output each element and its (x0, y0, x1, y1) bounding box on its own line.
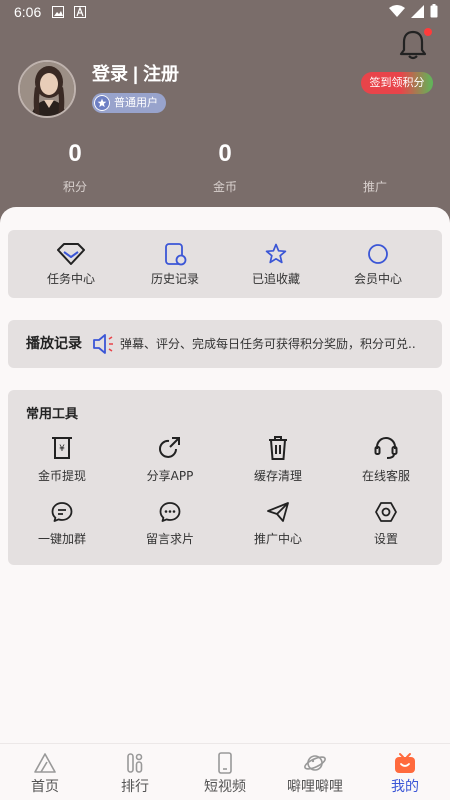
coins-value: 0 (218, 140, 232, 167)
promotion-stat[interactable]: 推广 (345, 140, 405, 195)
circle-icon (368, 244, 388, 264)
status-bar: 6:06 (0, 0, 450, 26)
phone-video-icon (218, 752, 232, 774)
play-history-card[interactable]: 播放记录 弹幕、评分、完成每日任务可获得积分奖励，积分可兑.. (8, 320, 442, 368)
wifi-icon (389, 4, 405, 17)
tool-settings[interactable]: 设置 (332, 500, 440, 560)
gallery-notification-icon (52, 6, 64, 18)
tool-label: 留言求片 (145, 532, 194, 546)
withdraw-icon: ¥ (52, 437, 72, 459)
tool-label: 在线客服 (361, 469, 410, 483)
bottom-tab-bar: 首页 排行 短视频 噼哩噼哩 我的 (0, 743, 450, 800)
avatar[interactable] (18, 60, 76, 118)
tool-label: 分享APP (146, 469, 194, 483)
promotion-label: 推广 (362, 180, 387, 194)
tab-mine[interactable]: 我的 (360, 744, 450, 800)
quick-link-label: 已追收藏 (251, 272, 300, 286)
app-notification-icon (74, 6, 86, 18)
tool-label: 设置 (373, 532, 398, 546)
quick-link-history[interactable]: 历史记录 (125, 230, 225, 298)
tab-pilipili[interactable]: 噼哩噼哩 (270, 744, 360, 800)
star-icon (265, 243, 287, 264)
tool-request-video[interactable]: 留言求片 (116, 500, 224, 560)
tab-ranking[interactable]: 排行 (90, 744, 180, 800)
tool-label: 缓存清理 (253, 469, 302, 483)
quick-link-favorites[interactable]: 已追收藏 (226, 230, 326, 298)
tool-join-group[interactable]: 一键加群 (8, 500, 116, 560)
user-level-badge: 普通用户 (92, 93, 166, 113)
quick-link-membership[interactable]: 会员中心 (328, 230, 428, 298)
battery-icon (430, 4, 438, 18)
tab-label: 首页 (31, 779, 59, 795)
quick-link-label: 任务中心 (46, 272, 95, 286)
quick-links-card: 任务中心 历史记录 已追收藏 会员中心 (8, 230, 442, 298)
star-badge-icon (94, 95, 110, 111)
tab-label: 我的 (391, 779, 419, 795)
tools-title: 常用工具 (26, 407, 79, 422)
message-icon (159, 502, 181, 522)
reward-notice-text: 弹幕、评分、完成每日任务可获得积分奖励，积分可兑.. (120, 337, 416, 351)
status-time: 6:06 (14, 4, 42, 20)
login-register-link[interactable]: 登录 | 注册 (92, 60, 179, 86)
checkin-button[interactable]: 签到领积分 (361, 72, 433, 94)
points-value: 0 (68, 140, 82, 167)
tool-promotion-center[interactable]: 推广中心 (224, 500, 332, 560)
coins-stat[interactable]: 0 金币 (195, 140, 255, 195)
ranking-icon (127, 753, 143, 773)
tool-withdraw[interactable]: ¥ 金币提现 (8, 435, 116, 495)
profile-header-background (0, 0, 450, 230)
settings-icon (375, 502, 397, 522)
coins-label: 金币 (212, 180, 237, 194)
planet-icon (304, 755, 326, 771)
tool-label: 一键加群 (37, 532, 86, 546)
play-history-title: 播放记录 (26, 336, 82, 352)
tool-clear-cache[interactable]: 缓存清理 (224, 435, 332, 495)
headset-icon (374, 437, 398, 459)
tab-label: 排行 (121, 779, 149, 795)
home-icon (34, 753, 56, 773)
speaker-icon (93, 334, 113, 354)
points-label: 积分 (62, 180, 87, 194)
send-icon (267, 502, 289, 522)
quick-link-label: 历史记录 (150, 272, 199, 286)
points-stat[interactable]: 0 积分 (45, 140, 105, 195)
tab-label: 短视频 (204, 779, 246, 795)
trash-icon (269, 436, 287, 460)
svg-text:¥: ¥ (59, 444, 65, 454)
tab-home[interactable]: 首页 (0, 744, 90, 800)
quick-link-task-center[interactable]: 任务中心 (21, 230, 121, 298)
tool-customer-service[interactable]: 在线客服 (332, 435, 440, 495)
promotion-value (345, 140, 405, 170)
signal-icon (411, 4, 424, 18)
tool-share-app[interactable]: 分享APP (116, 435, 224, 495)
tool-label: 推广中心 (253, 532, 302, 546)
tool-label: 金币提现 (37, 469, 86, 483)
diamond-icon (57, 243, 85, 265)
chat-group-icon (51, 502, 73, 522)
user-level-label: 普通用户 (114, 96, 158, 109)
quick-link-label: 会员中心 (353, 272, 402, 286)
tab-short-video[interactable]: 短视频 (180, 744, 270, 800)
tab-label: 噼哩噼哩 (287, 779, 343, 795)
notification-dot (424, 28, 432, 36)
history-icon (165, 243, 187, 266)
tv-mascot-icon (395, 753, 415, 773)
tools-card: 常用工具 ¥ 金币提现 分享APP 缓存清理 在线客服 一键加群 留言求片 推广… (8, 390, 442, 565)
share-icon (159, 437, 180, 458)
